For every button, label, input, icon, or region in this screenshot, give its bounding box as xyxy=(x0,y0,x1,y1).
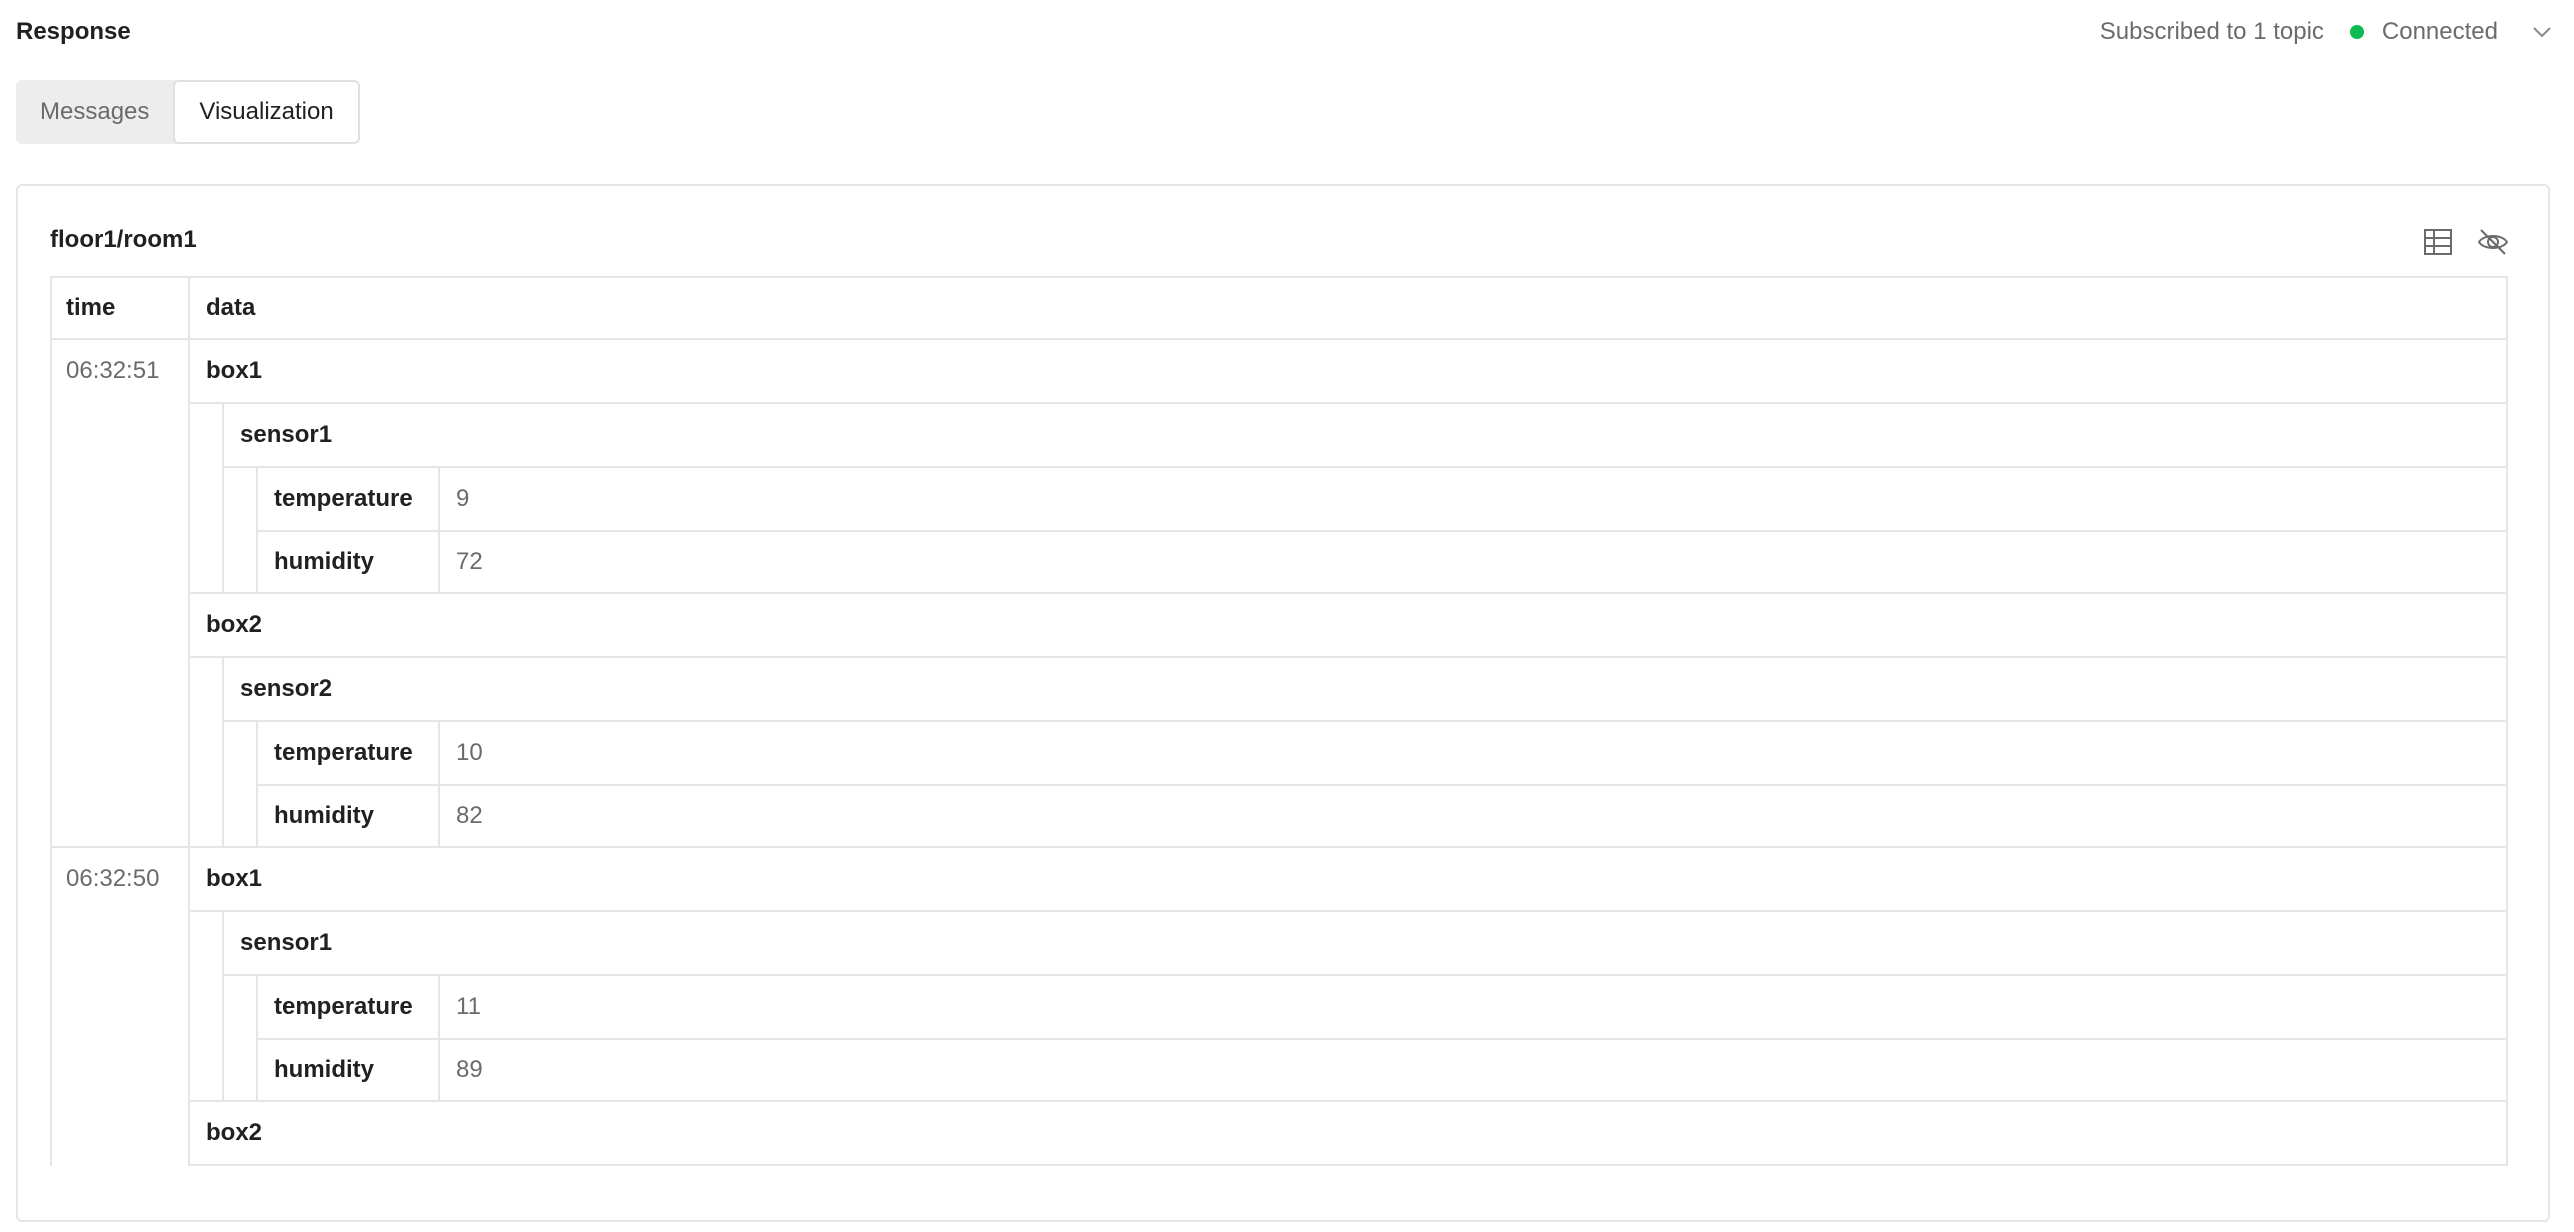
connection-status-bar: Subscribed to 1 topic Connected xyxy=(2100,16,2556,48)
message-time: 06:32:50 xyxy=(66,865,160,892)
field-key: temperature xyxy=(274,485,413,512)
field-value: 72 xyxy=(456,548,483,575)
connection-status: Connected xyxy=(2381,18,2498,45)
response-title: Response xyxy=(16,18,131,45)
table-icon[interactable] xyxy=(2422,226,2454,258)
sensor-label: sensor2 xyxy=(240,675,333,702)
field-key: temperature xyxy=(274,993,413,1020)
box-label: box2 xyxy=(206,611,263,638)
visualization-panel: floor1/room1 time data 06:32:51 box1 sen… xyxy=(16,184,2550,1222)
subscription-count: Subscribed to 1 topic xyxy=(2099,18,2324,45)
data-table: time data 06:32:51 box1 sensor1 temperat… xyxy=(50,276,2508,1166)
chevron-down-icon[interactable] xyxy=(2528,18,2556,46)
field-key: temperature xyxy=(274,739,413,766)
box-label: box2 xyxy=(206,1119,263,1146)
column-header-time: time xyxy=(66,293,116,321)
tab-visualization[interactable]: Visualization xyxy=(173,80,360,144)
tab-messages[interactable]: Messages xyxy=(16,80,173,144)
field-value: 82 xyxy=(456,802,483,829)
field-key: humidity xyxy=(274,548,374,575)
field-key: humidity xyxy=(274,802,374,829)
message-time: 06:32:51 xyxy=(66,357,160,384)
connected-indicator-icon xyxy=(2349,25,2364,39)
column-header-data: data xyxy=(206,293,256,321)
topic-title: floor1/room1 xyxy=(50,226,197,253)
box-label: box1 xyxy=(206,865,263,892)
eye-off-icon[interactable] xyxy=(2476,226,2510,258)
sensor-label: sensor1 xyxy=(240,929,333,956)
field-value: 9 xyxy=(456,485,470,512)
sensor-label: sensor1 xyxy=(240,421,333,448)
field-value: 89 xyxy=(456,1056,483,1083)
response-tabs: Messages Visualization xyxy=(16,80,360,144)
field-value: 11 xyxy=(456,993,481,1020)
field-value: 10 xyxy=(456,739,483,766)
field-key: humidity xyxy=(274,1056,374,1083)
box-label: box1 xyxy=(206,357,263,384)
